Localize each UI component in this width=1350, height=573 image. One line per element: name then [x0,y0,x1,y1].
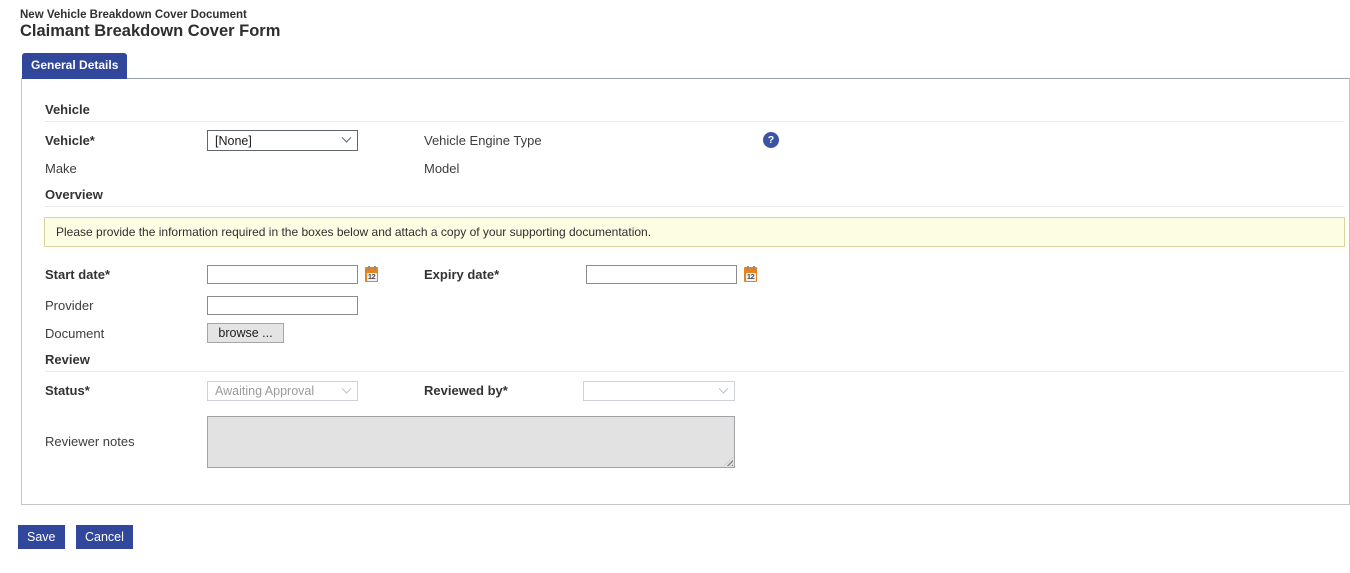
section-heading-review: Review [45,352,1344,372]
calendar-pin [373,266,376,270]
provider-label: Provider [45,298,94,313]
calendar-icon[interactable]: 12 [365,266,378,282]
browse-button[interactable]: browse ... [207,323,284,343]
cancel-button[interactable]: Cancel [76,525,133,549]
model-label: Model [424,161,460,176]
calendar-day-number: 12 [366,272,377,282]
status-label: Status* [45,383,90,398]
reviewer-notes-label: Reviewer notes [45,434,135,449]
resize-grip-icon [724,457,733,466]
chevron-down-icon [341,132,352,143]
breadcrumb: New Vehicle Breakdown Cover Document [20,9,247,21]
reviewer-notes-textarea [207,416,735,468]
start-date-label: Start date* [45,267,111,282]
make-label: Make [45,161,77,176]
document-label: Document [45,326,105,341]
vehicle-select[interactable]: [None] [207,130,358,151]
info-message-box: Please provide the information required … [44,217,1345,247]
chevron-down-icon [718,383,729,394]
status-select-value: Awaiting Approval [215,384,315,398]
reviewed-by-select [583,381,735,401]
section-heading-vehicle: Vehicle [45,102,1344,122]
expiry-date-label: Expiry date* [424,267,500,282]
help-icon[interactable]: ? [763,132,779,148]
calendar-icon[interactable]: 12 [744,266,757,282]
calendar-pin [367,266,370,270]
section-heading-overview: Overview [45,187,1344,207]
tab-general-details[interactable]: General Details [22,53,128,79]
vehicle-select-value: [None] [215,133,252,148]
expiry-date-input[interactable] [586,265,737,284]
vehicle-label: Vehicle* [45,133,95,148]
calendar-day-number: 12 [745,272,756,282]
page-title: Claimant Breakdown Cover Form [20,22,281,40]
status-select: Awaiting Approval [207,381,358,401]
calendar-pin [752,266,755,270]
info-message-text: Please provide the information required … [56,225,652,239]
vehicle-engine-type-label: Vehicle Engine Type [424,133,542,148]
save-button[interactable]: Save [18,525,65,549]
chevron-down-icon [341,383,352,394]
start-date-input[interactable] [207,265,358,284]
reviewed-by-label: Reviewed by* [424,383,508,398]
calendar-pin [746,266,749,270]
provider-input[interactable] [207,296,358,315]
